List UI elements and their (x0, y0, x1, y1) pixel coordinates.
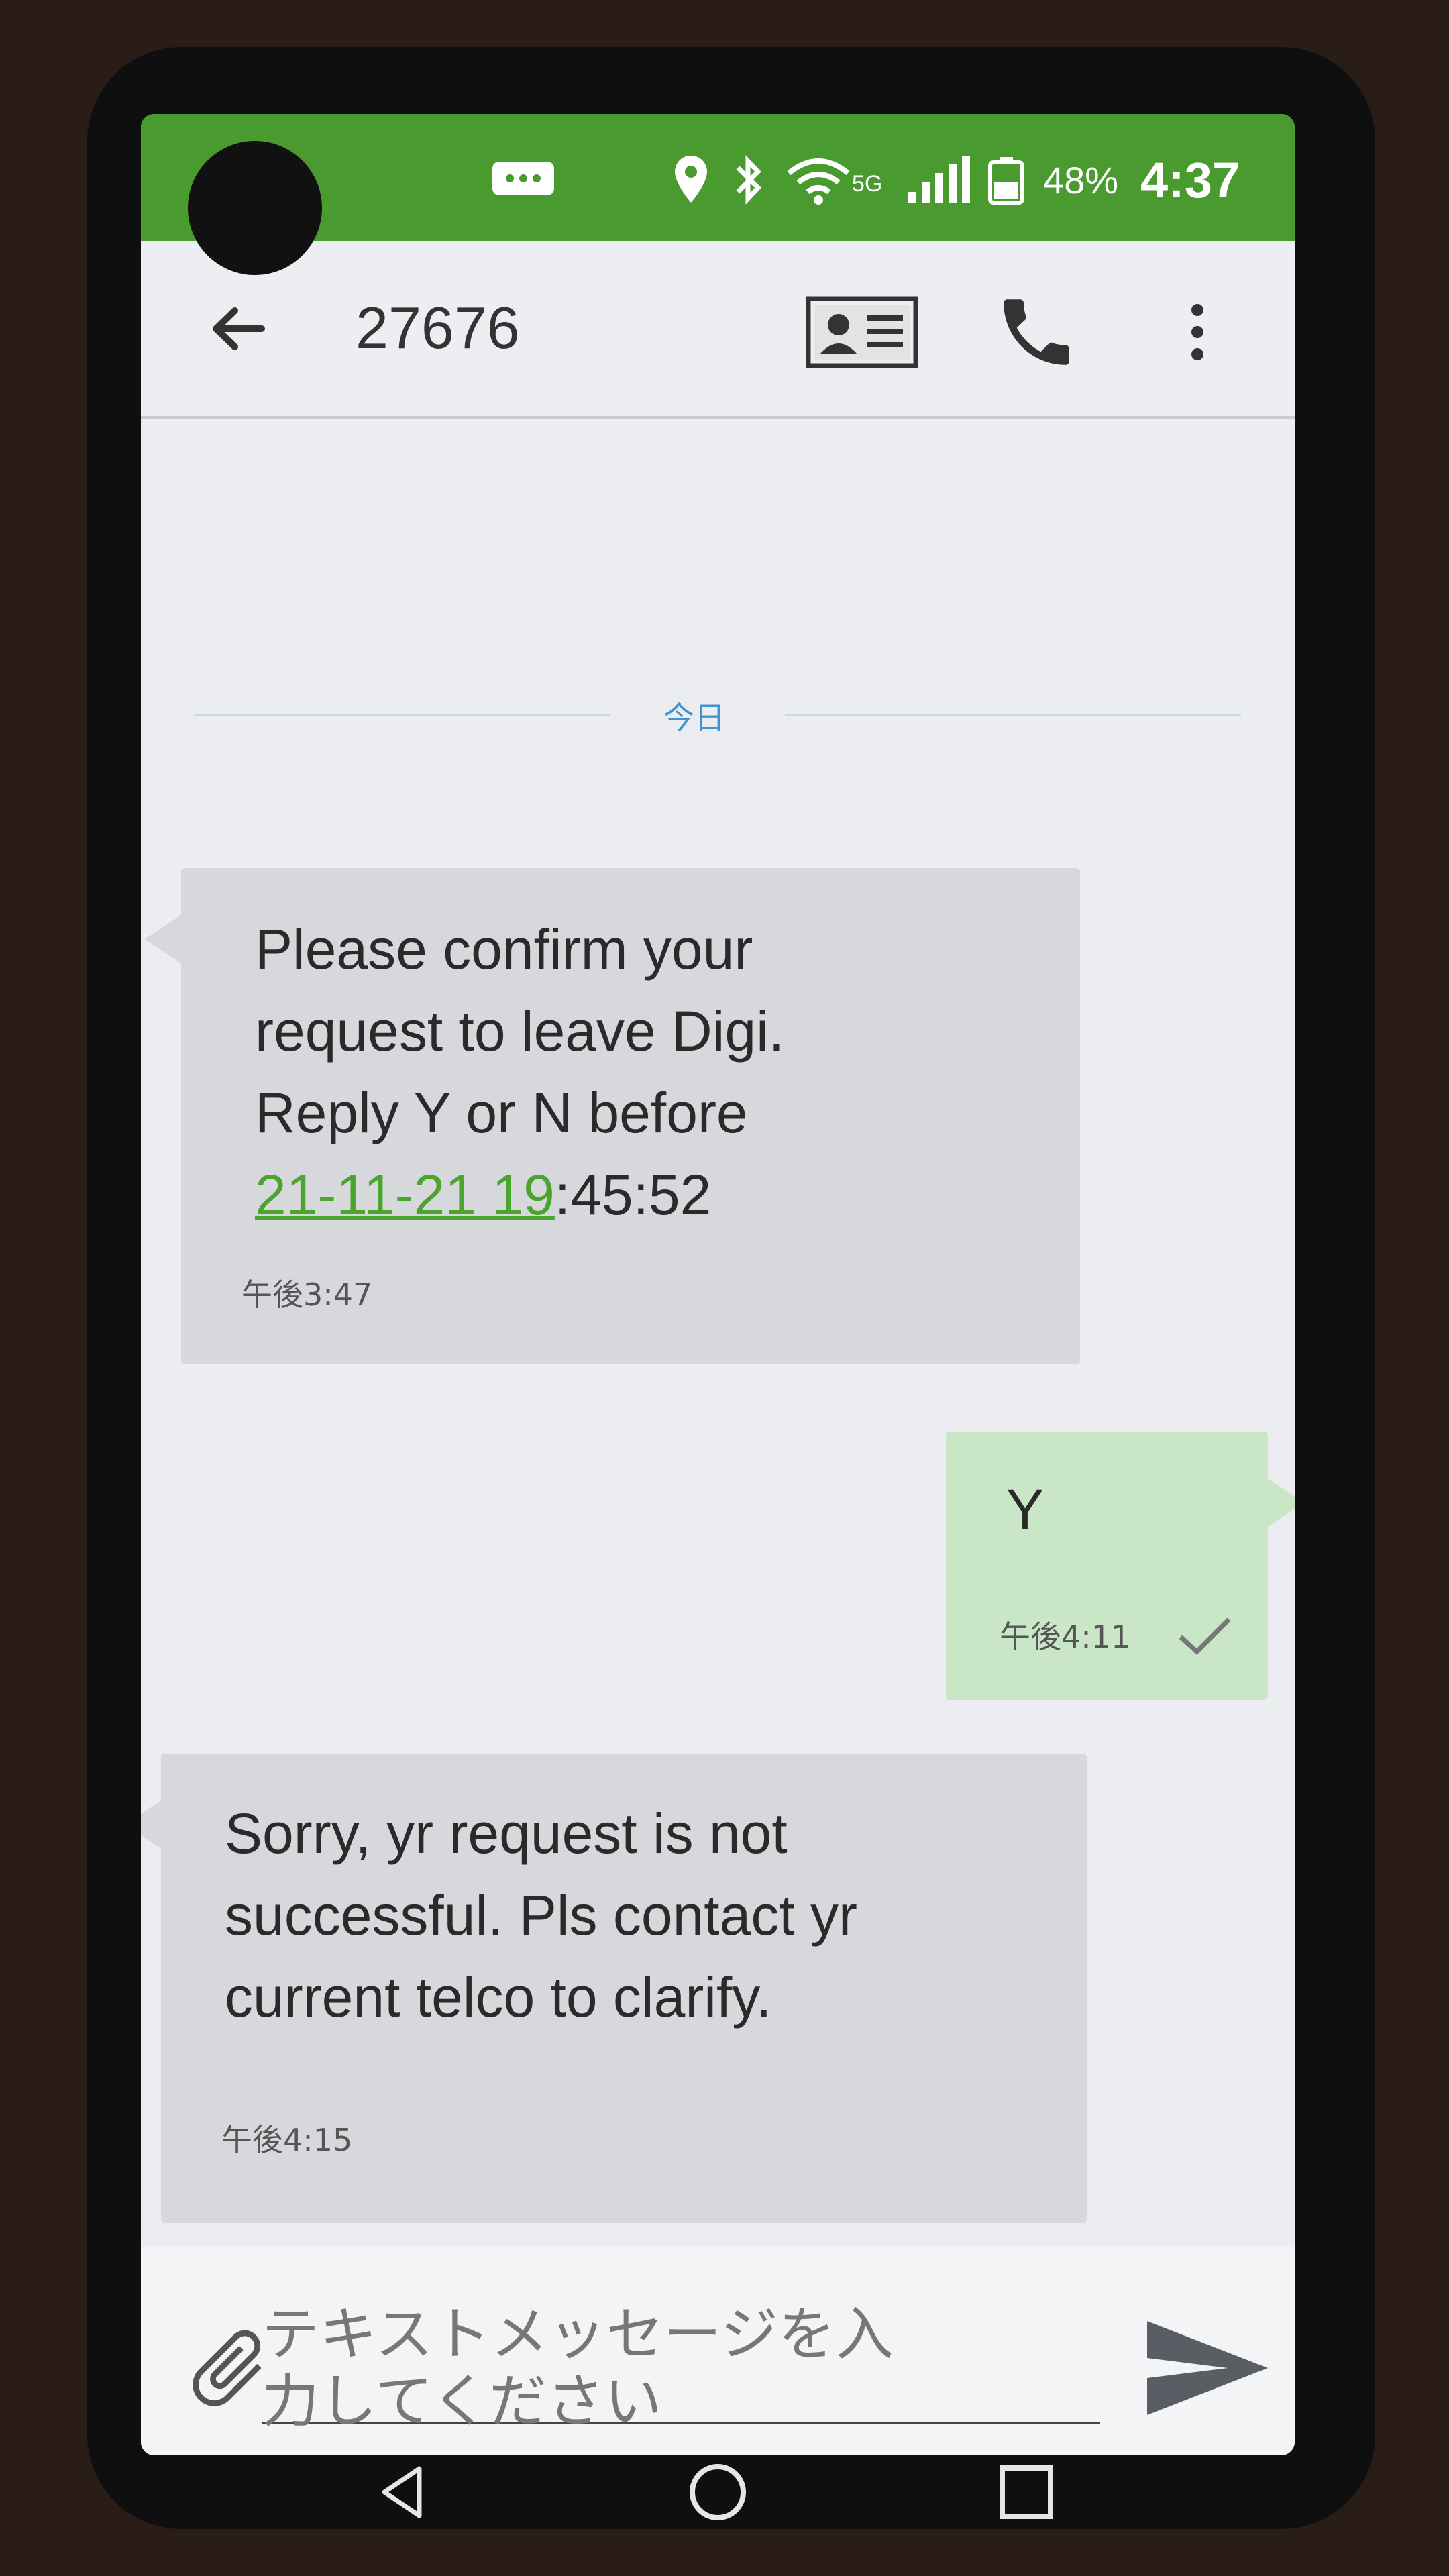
battery-percent: 48% (1043, 158, 1119, 201)
network-type: 5G (852, 170, 883, 197)
message-time: 午後4:15 (221, 2122, 353, 2158)
outgoing-message[interactable]: Y 午後4:11 (946, 1432, 1295, 1700)
contact-title: 27676 (356, 294, 520, 361)
battery-icon (986, 153, 1026, 207)
message-input[interactable]: テキストメッセージを入 力してください (262, 2301, 1100, 2435)
wifi-icon (785, 153, 852, 207)
paperclip-icon[interactable] (181, 2321, 275, 2415)
phone-frame: 5G 48% 4:37 27676 今日 Please confirm your… (87, 47, 1375, 2529)
message-line: request to leave Digi. (255, 1000, 785, 1063)
message-text: Please confirm your request to leave Dig… (255, 908, 1046, 1236)
message-text: Y (1006, 1478, 1044, 1541)
phone-icon[interactable] (993, 288, 1080, 376)
more-vert-icon[interactable] (1177, 295, 1218, 369)
nav-home-icon[interactable] (678, 2455, 758, 2529)
date-link[interactable]: 21-11-21 19 (255, 1163, 555, 1226)
placeholder-line: 力してください (262, 2368, 662, 2435)
send-icon[interactable] (1140, 2314, 1275, 2422)
message-icon (490, 153, 557, 207)
navigation-bar (141, 2455, 1295, 2529)
contact-card-icon[interactable] (805, 295, 919, 369)
conversation[interactable]: 今日 Please confirm your request to leave … (141, 419, 1295, 2243)
check-icon (1174, 1613, 1234, 1660)
nav-recent-icon[interactable] (986, 2455, 1067, 2529)
compose-bar: テキストメッセージを入 力してください (141, 2247, 1295, 2455)
message-time: 午後4:11 (1000, 1619, 1131, 1655)
date-divider: 今日 (141, 687, 1295, 741)
message-line: 21-11-21 19:45:52 (255, 1154, 1046, 1236)
app-bar: 27676 (141, 241, 1295, 419)
location-icon (671, 153, 711, 207)
incoming-message[interactable]: Please confirm your request to leave Dig… (145, 868, 1080, 1364)
back-arrow-icon[interactable] (201, 292, 275, 366)
date-label: 今日 (663, 700, 725, 736)
message-line-rest: :45:52 (554, 1163, 712, 1226)
nav-back-icon[interactable] (362, 2455, 443, 2529)
front-camera (188, 141, 322, 275)
message-line: successful. Pls contact yr (225, 1884, 857, 1947)
message-line: current telco to clarify. (225, 1966, 772, 2029)
screen: 5G 48% 4:37 27676 今日 Please confirm your… (141, 114, 1295, 2455)
message-line: Sorry, yr request is not (225, 1802, 788, 1865)
incoming-message[interactable]: Sorry, yr request is not successful. Pls… (141, 1754, 1087, 2223)
message-line: Please confirm your (255, 918, 753, 981)
bluetooth-icon (731, 153, 765, 207)
message-time: 午後3:47 (241, 1277, 373, 1313)
signal-icon (906, 153, 973, 207)
clock: 4:37 (1140, 152, 1240, 208)
message-line: Reply Y or N before (255, 1081, 748, 1144)
placeholder-line: テキストメッセージを入 (262, 2301, 894, 2368)
message-text: Sorry, yr request is not successful. Pls… (225, 1792, 1050, 2038)
